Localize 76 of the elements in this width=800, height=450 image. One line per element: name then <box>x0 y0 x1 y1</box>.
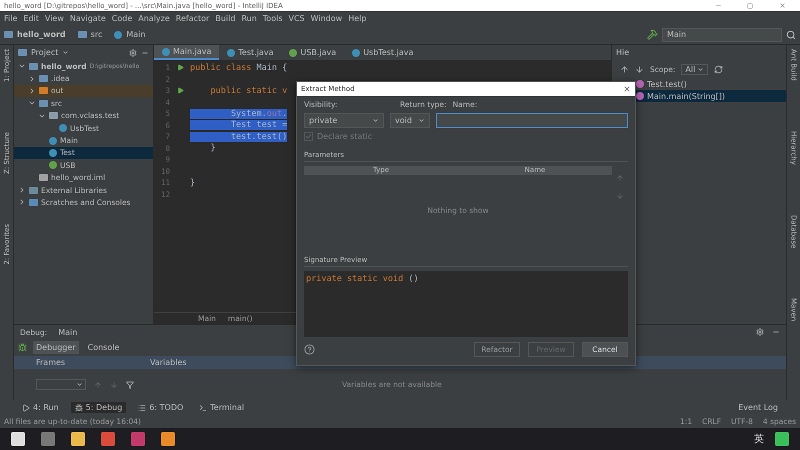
refresh-icon[interactable] <box>714 64 724 74</box>
search-icon[interactable] <box>786 30 796 40</box>
menu-item[interactable]: Edit <box>23 14 39 22</box>
class-icon <box>162 48 170 56</box>
event-log-button[interactable]: Event Log <box>734 402 782 413</box>
breadcrumb[interactable]: hello_word <box>17 30 66 39</box>
menu-item[interactable]: Refactor <box>176 14 210 22</box>
close-icon[interactable] <box>623 85 631 93</box>
menu-item[interactable]: VCS <box>288 14 305 22</box>
caret-icon <box>697 66 704 72</box>
filter-icon[interactable] <box>126 380 134 388</box>
class-icon <box>114 30 122 38</box>
run-icon[interactable] <box>176 64 184 72</box>
menu-item[interactable]: File <box>4 14 18 22</box>
maximize-icon[interactable] <box>747 2 753 8</box>
panel-title: Hie <box>616 48 630 57</box>
name-input[interactable] <box>436 113 628 128</box>
menu-item[interactable]: Code <box>112 14 132 22</box>
menu-item[interactable]: Build <box>215 14 236 22</box>
debugger-tab[interactable]: Console <box>84 341 122 354</box>
debug-icon <box>74 404 83 412</box>
menu-item[interactable]: View <box>44 14 64 22</box>
settings-icon[interactable] <box>129 48 137 56</box>
menu-item[interactable]: Analyze <box>138 14 170 22</box>
return-type-select[interactable]: void <box>390 113 430 128</box>
menu-item[interactable]: Window <box>310 14 342 22</box>
run-icon <box>22 404 30 412</box>
tool-window-button[interactable]: 6: TODO <box>134 402 188 413</box>
breadcrumb[interactable]: Main <box>126 30 146 39</box>
file-icon <box>39 174 48 182</box>
todo-icon <box>138 404 146 412</box>
debugger-tab[interactable]: Debugger <box>33 341 79 354</box>
class-icon <box>227 48 236 56</box>
input-method-indicator[interactable]: 英 <box>754 432 764 446</box>
dropdown-caret-icon[interactable] <box>62 49 70 56</box>
editor-tab[interactable]: UsbTest.java <box>344 45 422 60</box>
class-icon <box>352 48 360 56</box>
interface-icon <box>49 161 57 170</box>
caret-icon <box>418 117 425 124</box>
editor-tab[interactable]: Test.java <box>219 45 282 60</box>
menu-item[interactable]: Tools <box>262 14 282 22</box>
menu-item[interactable]: Run <box>241 14 257 22</box>
scope-select[interactable]: All <box>681 64 708 74</box>
menu-item[interactable]: Help <box>348 14 366 22</box>
code-line: } <box>190 178 196 188</box>
editor-tab[interactable]: Main.java <box>154 45 220 60</box>
terminal-icon <box>199 404 208 412</box>
hammer-icon[interactable] <box>647 29 658 40</box>
menu-item[interactable]: Navigate <box>70 14 106 22</box>
panel-title[interactable]: Project <box>31 48 58 57</box>
run-configuration-select[interactable]: Main <box>662 28 782 42</box>
bug-icon[interactable] <box>18 343 27 352</box>
signature-preview: private static void () <box>304 271 628 337</box>
caret-icon <box>76 381 83 388</box>
code-line: public static v <box>209 86 288 96</box>
debug-session-tab[interactable]: Main <box>55 326 80 338</box>
caret-icon <box>372 117 379 124</box>
help-icon[interactable] <box>304 344 315 355</box>
run-icon[interactable] <box>176 87 184 94</box>
close-icon[interactable] <box>778 2 786 9</box>
interface-icon <box>289 48 298 56</box>
visibility-select[interactable]: private <box>304 113 384 128</box>
code-line: } <box>209 143 216 154</box>
frames-header: Frames <box>36 358 66 367</box>
arrow-up-icon[interactable] <box>620 64 629 74</box>
editor-tab[interactable]: USB.java <box>281 45 344 60</box>
tool-window-button[interactable]: 4: Run <box>18 402 63 413</box>
arrow-down-icon[interactable] <box>635 64 644 74</box>
tool-window-button[interactable]: 5: Debug <box>70 402 126 413</box>
checkmark-icon <box>305 133 312 140</box>
hierarchy-item[interactable]: Test.test() <box>612 78 786 90</box>
breadcrumb[interactable]: src <box>90 30 102 39</box>
variables-header: Variables <box>150 358 187 367</box>
settings-icon[interactable] <box>756 328 764 336</box>
code-line: public class Main { <box>190 62 288 73</box>
tool-window-button[interactable]: Terminal <box>195 402 248 413</box>
